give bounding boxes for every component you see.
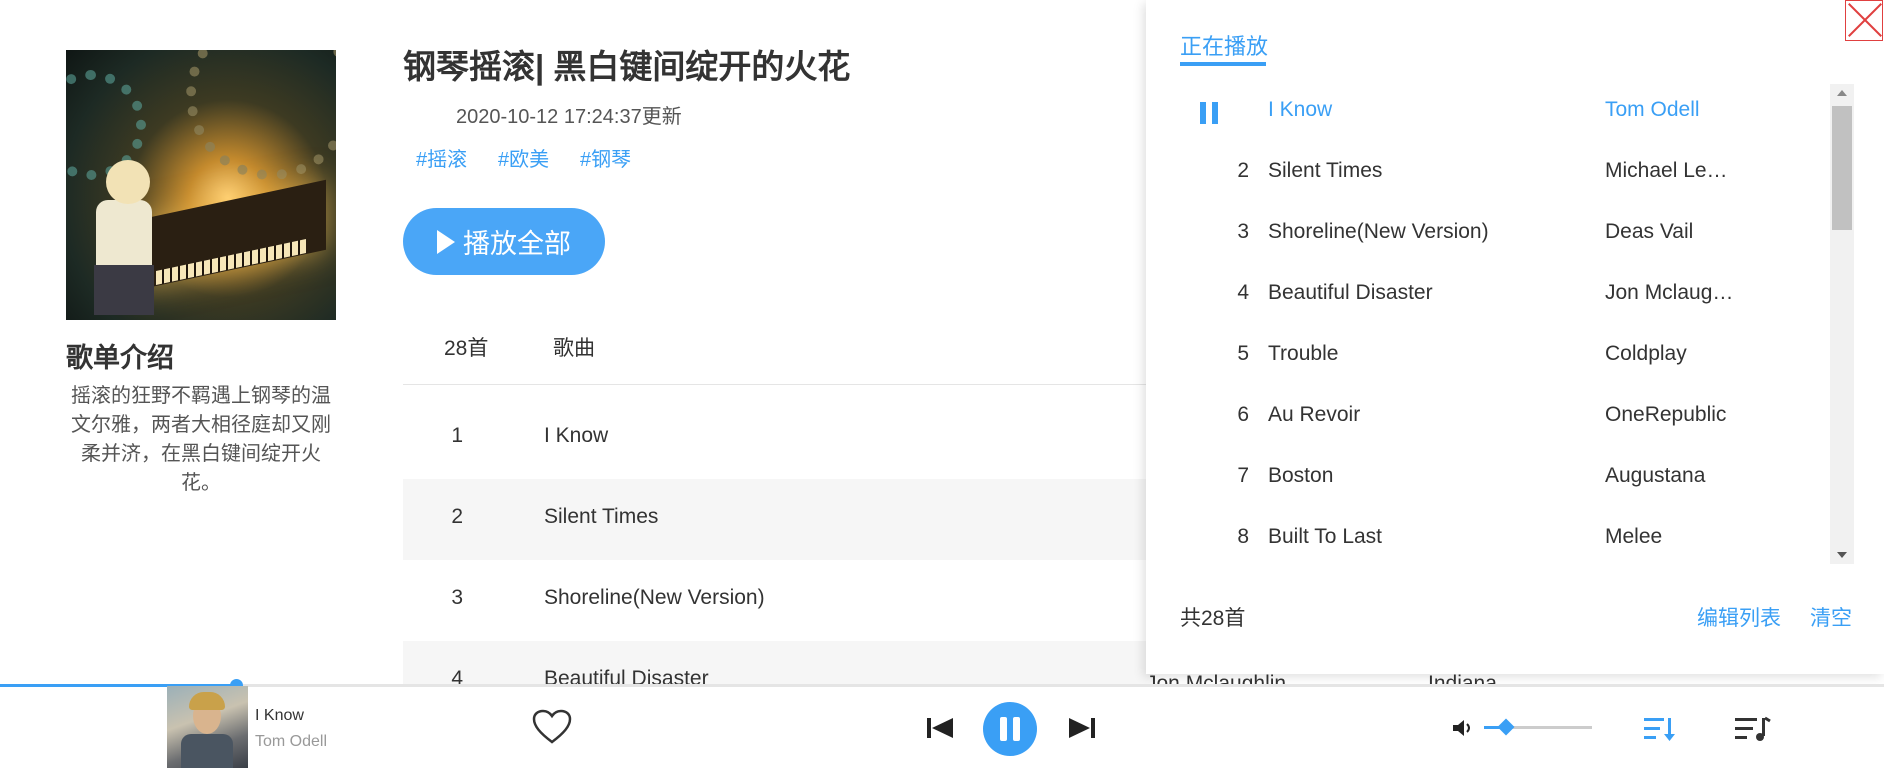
queue-row[interactable]: 8 Built To Last Melee	[1180, 507, 1830, 568]
queue-track-title: Built To Last	[1268, 525, 1383, 548]
playlist-queue-icon[interactable]	[1642, 714, 1676, 744]
track-title: Silent Times	[544, 505, 659, 528]
queue-track-artist[interactable]: Michael Le…	[1605, 159, 1755, 183]
pause-icon[interactable]	[983, 702, 1037, 756]
close-icon[interactable]	[1845, 0, 1883, 41]
scroll-up-arrow-icon[interactable]	[1830, 84, 1854, 102]
tab-now-playing[interactable]: 正在播放	[1180, 29, 1268, 61]
playlist-title: 钢琴摇滚| 黑白键间绽开的火花	[403, 48, 851, 85]
active-tab-indicator	[1180, 62, 1266, 66]
queue-track-number: 4	[1237, 281, 1249, 304]
tag-link[interactable]: #摇滚	[416, 143, 467, 172]
tag-link[interactable]: #欧美	[498, 143, 549, 172]
update-time: 2020-10-12 17:24:37更新	[456, 106, 682, 128]
queue-track-title: Trouble	[1268, 342, 1339, 365]
queue-track-number: 6	[1237, 403, 1249, 426]
cover-pianist-art	[96, 200, 152, 270]
queue-row[interactable]: I Know Tom Odell	[1180, 80, 1830, 141]
queue-track-artist[interactable]: Coldplay	[1605, 342, 1755, 366]
next-icon[interactable]	[1067, 716, 1097, 740]
queue-total: 共28首	[1180, 607, 1246, 630]
queue-track-number: 2	[1237, 159, 1249, 182]
table-row[interactable]: 3 Shoreline(New Version)	[403, 560, 1153, 641]
table-row[interactable]: 1 I Know	[403, 398, 1153, 479]
pause-icon	[1200, 102, 1218, 124]
progress-track[interactable]	[0, 684, 1884, 687]
queue-track-number: 3	[1237, 220, 1249, 243]
queue-row[interactable]: 2 Silent Times Michael Le…	[1180, 141, 1830, 202]
track-title: I Know	[544, 424, 609, 447]
queue-track-artist[interactable]: Melee	[1605, 525, 1755, 549]
queue-row[interactable]: 3 Shoreline(New Version) Deas Vail	[1180, 202, 1830, 263]
lyrics-list-icon[interactable]	[1733, 714, 1771, 744]
intro-title: 歌单介绍	[66, 343, 174, 373]
tag-link[interactable]: #钢琴	[580, 143, 631, 172]
cover-pianist-head-art	[106, 160, 150, 204]
queue-track-artist[interactable]: Tom Odell	[1605, 98, 1755, 122]
queue-row[interactable]: 6 Au Revoir OneRepublic	[1180, 385, 1830, 446]
cover-pianist-legs-art	[94, 265, 154, 315]
cover-gear-art	[186, 50, 336, 180]
queue-track-title: Beautiful Disaster	[1268, 281, 1433, 304]
scroll-down-arrow-icon[interactable]	[1830, 546, 1854, 564]
queue-track-title: Silent Times	[1268, 159, 1383, 182]
intro-text: 摇滚的狂野不羁遇上钢琴的温文尔雅，两者大相径庭却又刚柔并济，在黑白键间绽开火花。	[71, 385, 331, 494]
header-divider	[403, 384, 1153, 385]
playlist-cover-image	[66, 50, 336, 320]
mini-cover-hair-art	[189, 692, 225, 710]
queue-track-number: 5	[1237, 342, 1249, 365]
queue-track-title: I Know	[1268, 98, 1333, 121]
track-number: 3	[451, 586, 463, 609]
song-column-header: 歌曲	[553, 337, 595, 360]
queue-row[interactable]: 4 Beautiful Disaster Jon Mclaug…	[1180, 263, 1830, 324]
now-playing-cover[interactable]	[167, 686, 248, 768]
queue-track-number: 8	[1237, 525, 1249, 548]
queue-row[interactable]: 5 Trouble Coldplay	[1180, 324, 1830, 385]
queue-track-artist[interactable]: Augustana	[1605, 464, 1755, 488]
song-count-header: 28首	[444, 337, 489, 360]
heart-icon[interactable]	[532, 709, 572, 745]
play-icon	[437, 229, 455, 254]
queue-track-title: Au Revoir	[1268, 403, 1361, 426]
current-song-title[interactable]: I Know	[255, 707, 304, 725]
scrollbar-thumb[interactable]	[1832, 106, 1852, 230]
track-number: 1	[451, 424, 463, 447]
mini-cover-art	[181, 734, 233, 768]
current-song-artist[interactable]: Tom Odell	[255, 733, 327, 751]
play-all-button[interactable]: 播放全部	[403, 208, 605, 275]
queue-track-number: 7	[1237, 464, 1249, 487]
queue-track-artist[interactable]: OneRepublic	[1605, 403, 1755, 427]
table-row[interactable]: 2 Silent Times	[403, 479, 1153, 560]
volume-icon[interactable]	[1451, 717, 1475, 739]
queue-track-title: Shoreline(New Version)	[1268, 220, 1489, 243]
track-title: Shoreline(New Version)	[544, 586, 765, 609]
track-number: 2	[451, 505, 463, 528]
previous-icon[interactable]	[925, 716, 955, 740]
clear-queue-button[interactable]: 清空	[1810, 602, 1852, 632]
edit-list-button[interactable]: 编辑列表	[1697, 602, 1781, 632]
play-all-label: 播放全部	[463, 229, 571, 259]
queue-row[interactable]: 7 Boston Augustana	[1180, 446, 1830, 507]
queue-track-artist[interactable]: Deas Vail	[1605, 220, 1755, 244]
queue-track-artist[interactable]: Jon Mclaug…	[1605, 281, 1755, 305]
queue-track-title: Boston	[1268, 464, 1334, 487]
